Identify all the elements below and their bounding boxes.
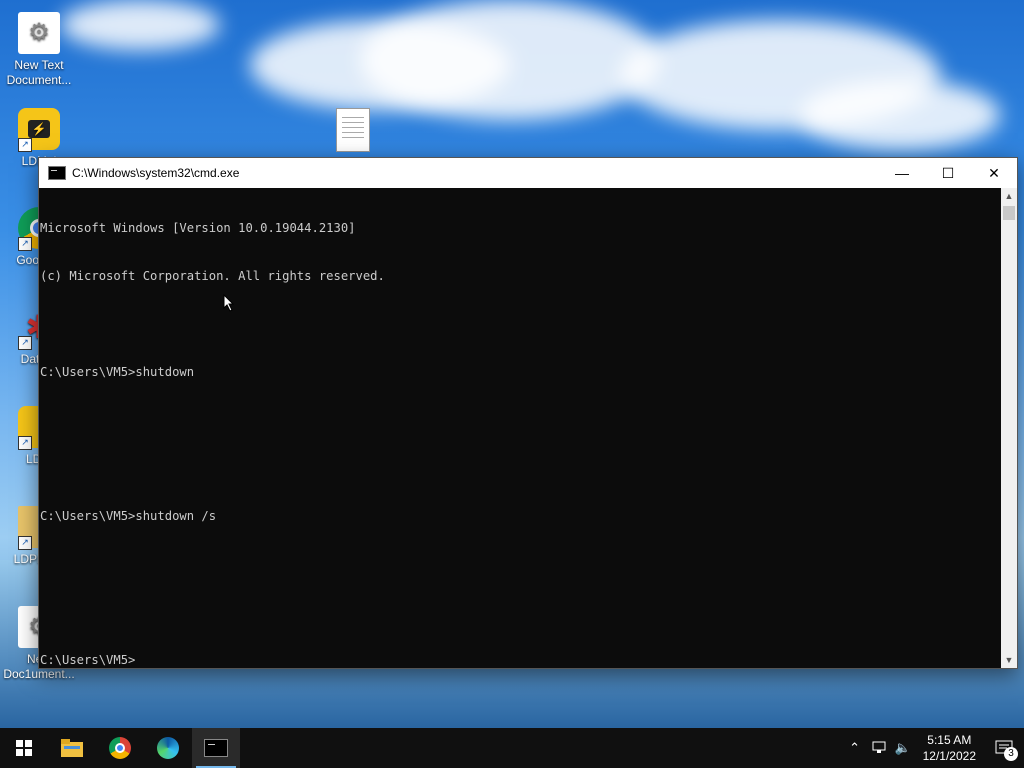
chevron-up-icon[interactable]: ⌃	[843, 728, 867, 768]
minimize-button[interactable]: —	[879, 158, 925, 188]
clock-time: 5:15 AM	[927, 733, 972, 747]
console-line: C:\Users\VM5>shutdown /s	[40, 509, 217, 523]
taskbar: ⌃ 🔈 5:15 AM 12/1/2022 3	[0, 728, 1024, 768]
shortcut-arrow-icon: ↗	[18, 436, 32, 450]
console-output[interactable]: Microsoft Windows [Version 10.0.19044.21…	[39, 188, 1001, 668]
scroll-thumb[interactable]	[1003, 206, 1015, 220]
window-titlebar[interactable]: C:\Windows\system32\cmd.exe — ☐ ✕	[39, 158, 1017, 188]
windows-logo-icon	[16, 740, 32, 756]
shortcut-arrow-icon: ↗	[18, 237, 32, 251]
console-line: C:\Users\VM5>shutdown	[40, 365, 195, 379]
taskbar-cmd[interactable]	[192, 728, 240, 768]
console-line: (c) Microsoft Corporation. All rights re…	[40, 269, 385, 283]
ldmultiplayer-icon: ⚡ ↗	[18, 108, 60, 152]
scroll-down-arrow-icon[interactable]: ▼	[1001, 652, 1017, 668]
cmd-icon	[48, 166, 66, 180]
desktop-icon-label: New Text Document...	[6, 58, 72, 87]
shortcut-arrow-icon: ↗	[18, 536, 32, 550]
shortcut-arrow-icon: ↗	[18, 138, 32, 152]
window-title: C:\Windows\system32\cmd.exe	[72, 166, 240, 180]
console-prompt-line: C:\Users\VM5>	[40, 653, 136, 667]
system-tray: ⌃ 🔈 5:15 AM 12/1/2022 3	[843, 728, 1024, 768]
taskbar-file-explorer[interactable]	[48, 728, 96, 768]
taskbar-chrome[interactable]	[96, 728, 144, 768]
start-button[interactable]	[0, 728, 48, 768]
settings-document-icon: ⚙	[18, 12, 60, 54]
volume-icon[interactable]: 🔈	[891, 728, 915, 768]
shortcut-arrow-icon: ↗	[18, 336, 32, 350]
maximize-button[interactable]: ☐	[925, 158, 971, 188]
notification-count-badge: 3	[1004, 747, 1018, 761]
cmd-window[interactable]: C:\Windows\system32\cmd.exe — ☐ ✕ Micros…	[38, 157, 1018, 669]
taskbar-edge[interactable]	[144, 728, 192, 768]
close-button[interactable]: ✕	[971, 158, 1017, 188]
desktop-icon-new-text-document-1[interactable]: ⚙ New Text Document...	[0, 12, 78, 88]
console-line: Microsoft Windows [Version 10.0.19044.21…	[40, 221, 356, 235]
chrome-icon	[109, 737, 131, 759]
cmd-icon	[204, 739, 228, 757]
scroll-up-arrow-icon[interactable]: ▲	[1001, 188, 1017, 204]
clock[interactable]: 5:15 AM 12/1/2022	[915, 732, 984, 764]
folder-icon	[61, 739, 83, 757]
mouse-cursor-icon	[223, 294, 235, 312]
edge-icon	[157, 737, 179, 759]
vertical-scrollbar[interactable]: ▲ ▼	[1001, 188, 1017, 668]
text-document-icon[interactable]	[336, 108, 370, 152]
network-icon[interactable]	[867, 728, 891, 768]
notification-center-button[interactable]: 3	[984, 728, 1024, 768]
clock-date: 12/1/2022	[922, 749, 976, 763]
